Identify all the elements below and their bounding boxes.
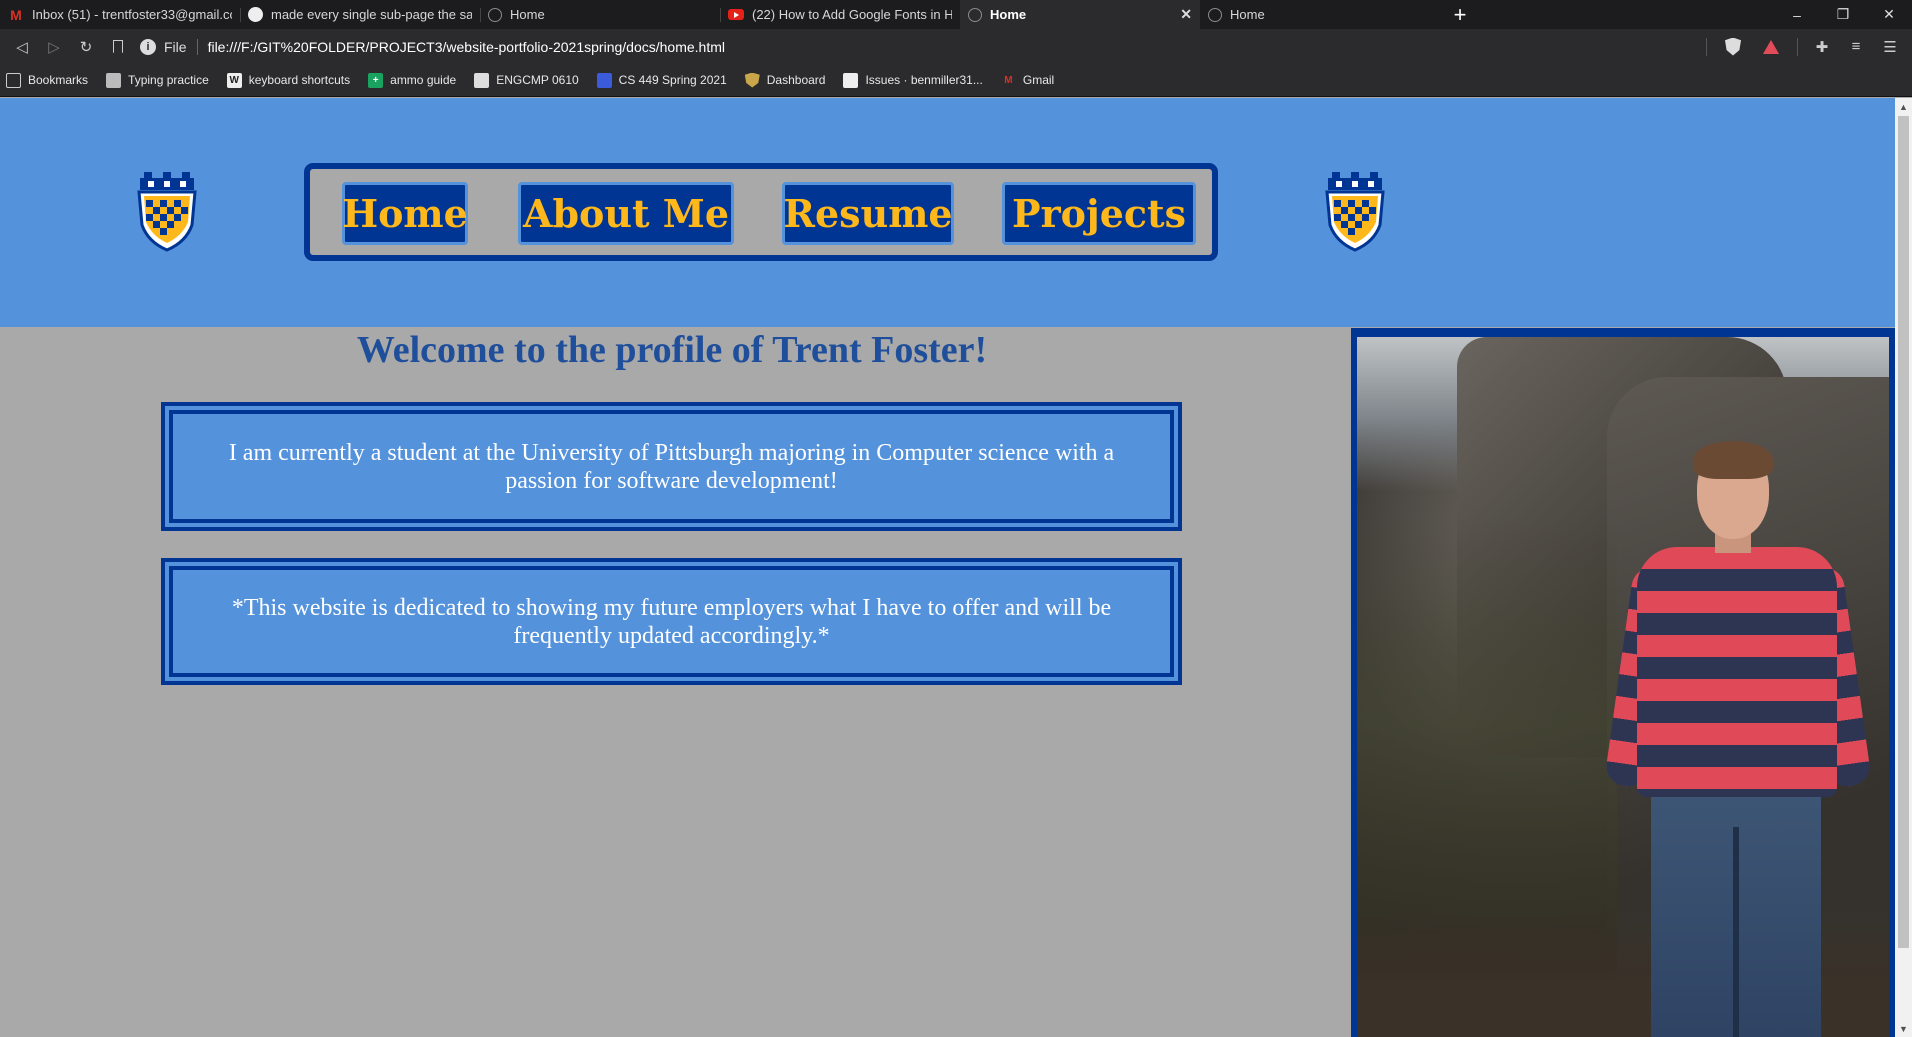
bookmark-item[interactable]: Wkeyboard shortcuts [226,72,351,88]
window-controls: – ❐ ✕ [1774,0,1912,29]
photo-person [1603,441,1873,1037]
pitt-crest-icon [744,72,760,88]
globe-icon [1208,7,1222,22]
site-header: Home About Me Resume Projects [0,98,1895,327]
github-icon [248,7,263,22]
tab-home-active[interactable]: Home ✕ [960,0,1200,29]
pitt-crest-logo [137,172,197,252]
tab-youtube[interactable]: (22) How to Add Google Fonts in HTML [720,0,960,29]
bookmark-label: Issues · benmiller31... [865,73,983,87]
tab-label: Home [510,7,545,22]
globe-icon [488,7,502,22]
page-scrollbar[interactable]: ▲ ▼ [1895,98,1912,1037]
pitt-crest-logo [1325,172,1385,252]
tab-label: Inbox (51) - trentfoster33@gmail.com [32,7,232,22]
bookmark-label: Typing practice [128,73,209,87]
playlist-icon[interactable]: ≡ [1840,33,1872,61]
bookmark-item[interactable]: M Gmail [1001,73,1054,88]
close-tab-icon[interactable]: ✕ [1180,6,1192,23]
bookmark-label: CS 449 Spring 2021 [618,73,727,87]
new-tab-button[interactable]: + [1440,0,1480,29]
bookmark-label: ammo guide [390,73,457,87]
bookmark-item[interactable]: ENGCMP 0610 [474,72,579,88]
globe-icon [968,7,982,22]
person-jeans [1651,787,1821,1037]
purpose-text: *This website is dedicated to showing my… [169,566,1174,677]
forward-button[interactable]: ▷ [38,33,70,61]
menu-icon[interactable]: ☰ [1874,33,1906,61]
bookmark-item[interactable]: CS 449 Spring 2021 [596,72,727,88]
person-shirt [1637,547,1837,797]
bookmark-label: keyboard shortcuts [248,73,351,87]
nav-resume-button[interactable]: Resume [782,182,954,245]
url-scheme: File [164,38,198,55]
back-button[interactable]: ◁ [6,33,38,61]
scroll-thumb[interactable] [1898,116,1909,948]
reload-button[interactable]: ↻ [70,33,102,61]
page-title: Welcome to the profile of Trent Foster! [356,329,988,371]
bookmarks-bar: Bookmarks Typing practice Wkeyboard shor… [0,64,1912,97]
nav-home-button[interactable]: Home [342,182,468,245]
main-nav: Home About Me Resume Projects [304,163,1218,261]
nav-about-me-button[interactable]: About Me [518,182,734,245]
tab-label: made every single sub-page the same [271,7,472,22]
tab-label: Home [1230,7,1265,22]
bookmark-item[interactable]: Typing practice [106,72,209,88]
wordpress-icon: W [226,72,242,88]
page-icon [106,72,122,88]
gear-icon [474,72,490,88]
extensions-icon[interactable]: ✚ [1806,33,1838,61]
tab-home-1[interactable]: Home [480,0,720,29]
bookmark-item[interactable]: + ammo guide [368,72,457,88]
toolbar-divider [1706,37,1707,56]
bookmark-label: ENGCMP 0610 [496,73,579,87]
tab-home-2[interactable]: Home [1200,0,1440,29]
toolbar-divider [1797,37,1798,56]
toolbar-right: ✚ ≡ ☰ [1700,33,1906,61]
bookmark-page-button[interactable] [102,33,134,61]
close-window-button[interactable]: ✕ [1866,0,1912,29]
minimize-button[interactable]: – [1774,0,1820,29]
person-hair [1693,441,1773,479]
brave-rewards-icon[interactable] [1763,39,1779,54]
sheets-icon: + [368,72,384,88]
url-text[interactable]: file:///F:/GIT%20FOLDER/PROJECT3/website… [208,39,725,55]
browser-toolbar: ◁ ▷ ↻ i File file:///F:/GIT%20FOLDER/PRO… [0,29,1912,64]
address-bar[interactable]: i File file:///F:/GIT%20FOLDER/PROJECT3/… [140,33,1694,61]
tab-gmail-inbox[interactable]: M Inbox (51) - trentfoster33@gmail.com [0,0,240,29]
bookmark-item[interactable]: Dashboard [744,72,826,88]
youtube-icon [728,9,744,20]
bookmark-label: Bookmarks [28,73,89,87]
gmail-icon: M [10,6,22,23]
brave-shield-icon[interactable] [1725,37,1741,56]
page-viewport: Home About Me Resume Projects Welcome to… [0,98,1912,1037]
profile-photo-frame [1351,328,1895,1037]
tab-label: Home [990,7,1027,22]
tab-label: (22) How to Add Google Fonts in HTML [752,7,952,22]
tab-github-commit[interactable]: made every single sub-page the same [240,0,480,29]
profile-photo [1357,337,1889,1037]
bookmark-label: Gmail [1022,73,1055,87]
info-icon[interactable]: i [140,38,156,55]
browser-tab-bar: M Inbox (51) - trentfoster33@gmail.com m… [0,0,1912,29]
gmail-icon: M [1004,74,1013,86]
github-icon [843,72,859,88]
scroll-down-arrow-icon[interactable]: ▼ [1895,1020,1912,1037]
bookmark-icon [113,40,123,53]
intro-text: I am currently a student at the Universi… [169,410,1174,523]
purpose-card: *This website is dedicated to showing my… [161,558,1182,685]
bookmarks-icon [6,72,21,88]
bookmark-item[interactable]: Issues · benmiller31... [843,72,983,88]
nav-projects-button[interactable]: Projects [1002,182,1196,245]
intro-card: I am currently a student at the Universi… [161,402,1182,531]
bookmark-item[interactable]: Bookmarks [6,72,89,88]
bookmark-label: Dashboard [766,73,826,87]
scroll-up-arrow-icon[interactable]: ▲ [1895,98,1912,115]
cs-icon [596,72,612,88]
restore-button[interactable]: ❐ [1820,0,1866,29]
